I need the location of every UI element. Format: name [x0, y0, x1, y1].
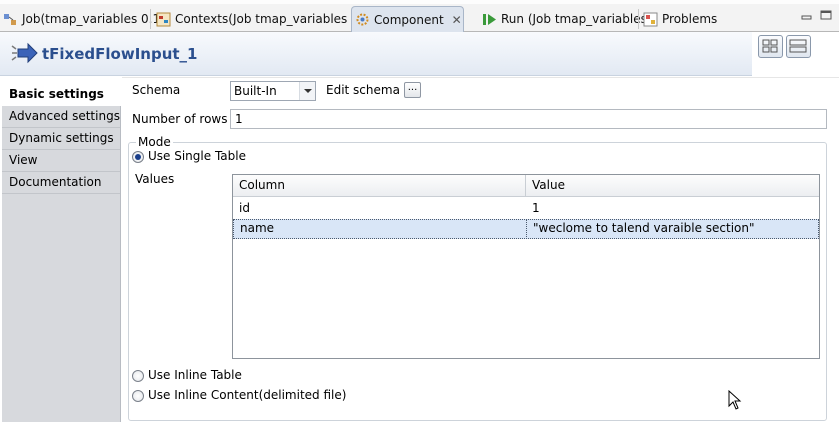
vertical-layout-button[interactable]	[786, 35, 811, 58]
component-header: tFixedFlowInput_1	[0, 32, 752, 76]
table-row-selected[interactable]: name "weclome to talend varaible section…	[233, 219, 819, 239]
cell-value[interactable]: "weclome to talend varaible section"	[526, 219, 819, 239]
table-row[interactable]: id 1	[233, 199, 819, 219]
component-icon	[355, 12, 370, 27]
component-title: tFixedFlowInput_1	[42, 45, 198, 63]
run-icon	[482, 12, 497, 27]
tab-run[interactable]: Run (Job tmap_variables)	[479, 6, 652, 32]
contexts-icon	[156, 12, 171, 27]
cell-value[interactable]: 1	[526, 199, 540, 219]
tab-label: Job(tmap_variables 0.1)	[22, 12, 165, 26]
tab-contexts[interactable]: Contexts(Job tmap_variables 0.1)	[153, 6, 375, 32]
use-single-table-label[interactable]: Use Single Table	[148, 149, 246, 163]
tab-job[interactable]: Job(tmap_variables 0.1)	[0, 6, 165, 32]
schema-value: Built-In	[234, 84, 277, 98]
rows-layout-icon	[789, 39, 807, 53]
column-header-value[interactable]: Value	[526, 175, 819, 197]
nav-advanced-settings[interactable]: Advanced settings	[2, 106, 120, 128]
use-inline-content-radio[interactable]	[132, 390, 144, 402]
fixed-flow-input-icon	[11, 42, 38, 64]
tab-label: Component	[374, 12, 444, 27]
horizontal-layout-button[interactable]	[758, 35, 783, 58]
mode-label: Mode	[136, 135, 173, 149]
grid-layout-icon	[762, 39, 778, 53]
values-label: Values	[135, 172, 175, 186]
schema-label: Schema	[132, 83, 181, 97]
use-single-table-radio[interactable]	[132, 151, 144, 163]
tab-divider	[150, 9, 151, 29]
close-icon[interactable]: ✕	[452, 13, 462, 27]
tab-component[interactable]: Component ✕	[351, 6, 464, 32]
mouse-cursor-icon	[728, 390, 742, 410]
tab-problems[interactable]: Problems	[640, 6, 717, 32]
editor-tab-bar: Job(tmap_variables 0.1) Contexts(Job tma…	[0, 0, 839, 32]
schema-select[interactable]: Built-In	[230, 81, 316, 101]
edit-schema-button[interactable]: ...	[404, 82, 421, 98]
tab-label: Problems	[662, 12, 718, 26]
problems-icon	[643, 12, 658, 27]
tab-label: Contexts(Job tmap_variables 0.1)	[175, 12, 375, 26]
edit-schema-label: Edit schema	[326, 83, 400, 97]
cell-column: name	[240, 221, 275, 235]
job-icon	[3, 12, 18, 27]
values-table: Column Value id 1 name "weclome to talen…	[232, 174, 820, 359]
nav-basic-settings[interactable]: Basic settings	[2, 84, 122, 106]
maximize-icon[interactable]	[820, 10, 832, 20]
cell-column: id	[239, 201, 250, 215]
tab-label: Run (Job tmap_variables)	[501, 12, 652, 26]
number-of-rows-input[interactable]: 1	[230, 109, 827, 129]
number-of-rows-label: Number of rows	[132, 112, 228, 126]
use-inline-table-radio[interactable]	[132, 370, 144, 382]
settings-nav: Basic settings Advanced settings Dynamic…	[2, 84, 122, 422]
column-header-column[interactable]: Column	[233, 175, 526, 197]
use-inline-table-label[interactable]: Use Inline Table	[148, 368, 242, 382]
nav-view[interactable]: View	[2, 150, 120, 172]
use-inline-content-label[interactable]: Use Inline Content(delimited file)	[148, 388, 346, 402]
basic-settings-panel: Schema Built-In Edit schema ... Number o…	[122, 77, 839, 422]
nav-dynamic-settings[interactable]: Dynamic settings	[2, 128, 120, 150]
tab-divider	[638, 9, 639, 29]
chevron-down-icon[interactable]	[299, 82, 315, 100]
minimize-icon[interactable]	[801, 10, 813, 20]
nav-documentation[interactable]: Documentation	[2, 172, 120, 194]
